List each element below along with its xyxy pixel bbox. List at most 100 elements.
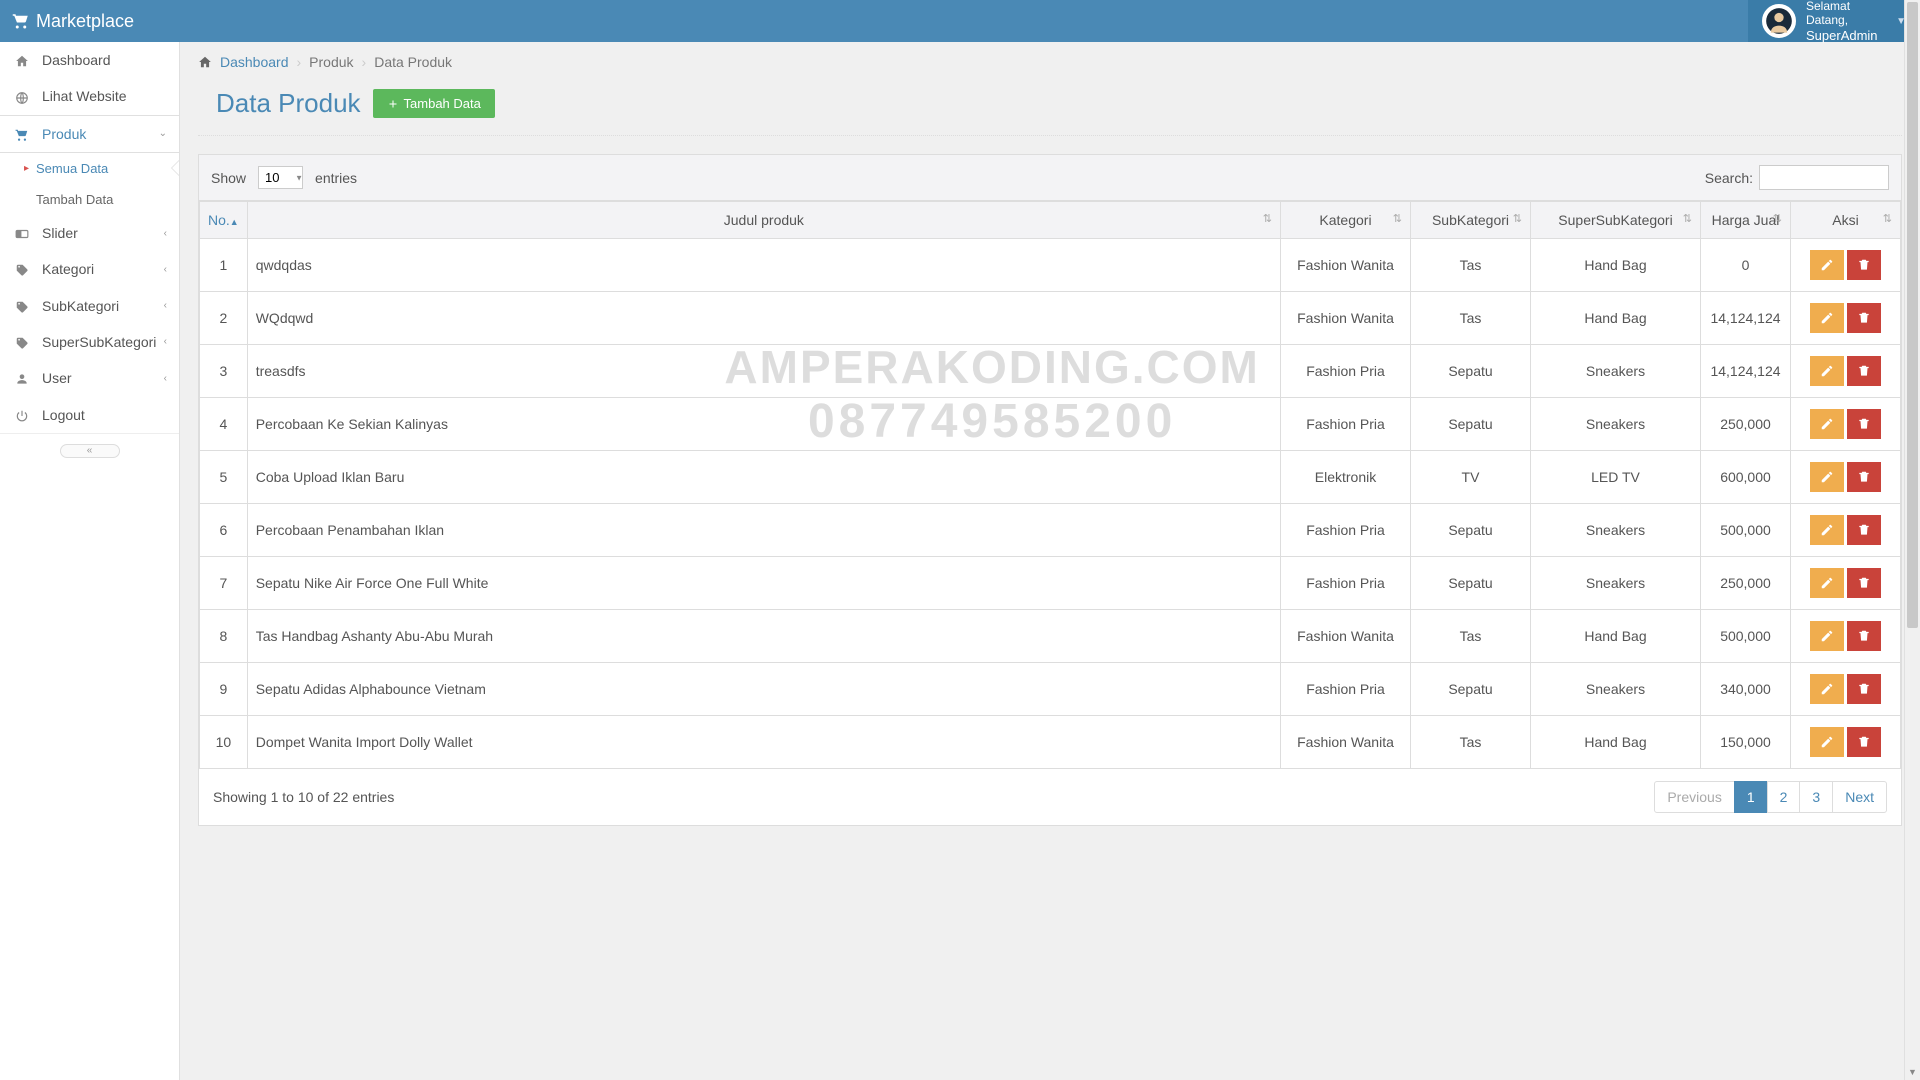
sidebar-item-produk[interactable]: Produk⌄ bbox=[0, 115, 179, 153]
table-row: 6Percobaan Penambahan IklanFashion PriaS… bbox=[200, 504, 1901, 557]
delete-button[interactable] bbox=[1847, 409, 1881, 439]
sidebar-subitem-tambah-data[interactable]: Tambah Data bbox=[0, 184, 179, 215]
collapse-sidebar-button[interactable]: « bbox=[60, 444, 120, 458]
pencil-icon bbox=[1820, 576, 1834, 590]
pagination-page-1[interactable]: 1 bbox=[1734, 781, 1768, 813]
edit-button[interactable] bbox=[1810, 409, 1844, 439]
pencil-icon bbox=[1820, 311, 1834, 325]
breadcrumb-home[interactable]: Dashboard bbox=[220, 54, 289, 70]
sidebar-item-logout[interactable]: Logout bbox=[0, 396, 179, 432]
table-card: Show 10 entries Search: No.Judul produkK… bbox=[198, 154, 1902, 826]
cell-supersubkategori: Hand Bag bbox=[1531, 610, 1701, 663]
chevron-left-icon: ‹ bbox=[164, 228, 167, 239]
col-kategori[interactable]: Kategori bbox=[1281, 202, 1411, 239]
top-header: Marketplace Selamat Datang, SuperAdmin ▼ bbox=[0, 0, 1920, 42]
edit-button[interactable] bbox=[1810, 462, 1844, 492]
cell-aksi bbox=[1791, 716, 1901, 769]
cell-supersubkategori: Sneakers bbox=[1531, 504, 1701, 557]
sidebar-item-lihat-website[interactable]: Lihat Website bbox=[0, 78, 179, 114]
brand[interactable]: Marketplace bbox=[0, 11, 1268, 32]
entries-label: entries bbox=[315, 170, 357, 186]
table-row: 10Dompet Wanita Import Dolly WalletFashi… bbox=[200, 716, 1901, 769]
delete-button[interactable] bbox=[1847, 727, 1881, 757]
table-row: 7Sepatu Nike Air Force One Full WhiteFas… bbox=[200, 557, 1901, 610]
edit-button[interactable] bbox=[1810, 621, 1844, 651]
trash-icon bbox=[1857, 417, 1871, 431]
edit-button[interactable] bbox=[1810, 515, 1844, 545]
delete-button[interactable] bbox=[1847, 356, 1881, 386]
tags-icon bbox=[12, 261, 32, 277]
col-judul-produk[interactable]: Judul produk bbox=[247, 202, 1280, 239]
edit-button[interactable] bbox=[1810, 727, 1844, 757]
sidebar-item-slider[interactable]: Slider‹ bbox=[0, 215, 179, 251]
search-box: Search: bbox=[1705, 165, 1889, 190]
table-row: 4Percobaan Ke Sekian KalinyasFashion Pri… bbox=[200, 398, 1901, 451]
cell-harga: 0 bbox=[1701, 239, 1791, 292]
sidebar-item-supersubkategori[interactable]: SuperSubKategori‹ bbox=[0, 324, 179, 360]
delete-button[interactable] bbox=[1847, 568, 1881, 598]
pencil-icon bbox=[1820, 258, 1834, 272]
pencil-icon bbox=[1820, 364, 1834, 378]
cell-judul: treasdfs bbox=[247, 345, 1280, 398]
col-no-[interactable]: No. bbox=[200, 202, 248, 239]
sidebar-item-user[interactable]: User‹ bbox=[0, 360, 179, 396]
breadcrumb: Dashboard › Produk › Data Produk bbox=[180, 42, 1920, 82]
col-subkategori[interactable]: SubKategori bbox=[1411, 202, 1531, 239]
entries-select[interactable]: 10 bbox=[258, 166, 303, 189]
scrollbar[interactable]: ▲ ▼ bbox=[1904, 0, 1920, 1080]
delete-button[interactable] bbox=[1847, 250, 1881, 280]
tags-icon bbox=[12, 297, 32, 313]
cell-harga: 600,000 bbox=[1701, 451, 1791, 504]
cell-no: 4 bbox=[200, 398, 248, 451]
chevron-left-icon: ‹ bbox=[164, 264, 167, 275]
pagination-page-2[interactable]: 2 bbox=[1767, 781, 1801, 813]
add-data-button[interactable]: Tambah Data bbox=[373, 89, 495, 118]
search-label: Search: bbox=[1705, 170, 1753, 186]
edit-button[interactable] bbox=[1810, 250, 1844, 280]
slider-icon bbox=[12, 225, 32, 241]
pagination-next[interactable]: Next bbox=[1832, 781, 1887, 813]
trash-icon bbox=[1857, 629, 1871, 643]
tags-icon bbox=[12, 334, 32, 350]
cell-harga: 14,124,124 bbox=[1701, 345, 1791, 398]
cell-subkategori: Sepatu bbox=[1411, 345, 1531, 398]
edit-button[interactable] bbox=[1810, 303, 1844, 333]
chevron-left-icon: ‹ bbox=[164, 336, 167, 347]
cell-supersubkategori: LED TV bbox=[1531, 451, 1701, 504]
col-supersubkategori[interactable]: SuperSubKategori bbox=[1531, 202, 1701, 239]
edit-button[interactable] bbox=[1810, 568, 1844, 598]
dashboard-icon bbox=[12, 52, 32, 68]
edit-button[interactable] bbox=[1810, 674, 1844, 704]
user-menu[interactable]: Selamat Datang, SuperAdmin ▼ bbox=[1748, 0, 1920, 42]
delete-button[interactable] bbox=[1847, 621, 1881, 651]
col-harga-jual[interactable]: Harga Jual bbox=[1701, 202, 1791, 239]
cell-kategori: Fashion Pria bbox=[1281, 504, 1411, 557]
pagination-previous[interactable]: Previous bbox=[1654, 781, 1734, 813]
edit-button[interactable] bbox=[1810, 356, 1844, 386]
cell-no: 6 bbox=[200, 504, 248, 557]
col-aksi[interactable]: Aksi bbox=[1791, 202, 1901, 239]
cell-no: 5 bbox=[200, 451, 248, 504]
scroll-thumb[interactable] bbox=[1907, 2, 1918, 628]
delete-button[interactable] bbox=[1847, 515, 1881, 545]
delete-button[interactable] bbox=[1847, 674, 1881, 704]
delete-button[interactable] bbox=[1847, 462, 1881, 492]
pagination: Previous123Next bbox=[1655, 781, 1887, 813]
sidebar-item-kategori[interactable]: Kategori‹ bbox=[0, 251, 179, 287]
scroll-down-icon[interactable]: ▼ bbox=[1905, 1064, 1920, 1080]
sidebar-item-subkategori[interactable]: SubKategori‹ bbox=[0, 287, 179, 323]
show-label: Show bbox=[211, 170, 246, 186]
pencil-icon bbox=[1820, 735, 1834, 749]
table-row: 1qwdqdasFashion WanitaTasHand Bag0 bbox=[200, 239, 1901, 292]
sidebar-item-dashboard[interactable]: Dashboard bbox=[0, 42, 179, 78]
search-input[interactable] bbox=[1759, 165, 1889, 190]
cell-harga: 250,000 bbox=[1701, 557, 1791, 610]
chevron-down-icon: ⌄ bbox=[159, 128, 167, 139]
pagination-page-3[interactable]: 3 bbox=[1799, 781, 1833, 813]
cell-supersubkategori: Sneakers bbox=[1531, 557, 1701, 610]
cell-harga: 340,000 bbox=[1701, 663, 1791, 716]
delete-button[interactable] bbox=[1847, 303, 1881, 333]
data-table: No.Judul produkKategoriSubKategoriSuperS… bbox=[199, 201, 1901, 769]
sidebar-subitem-semua-data[interactable]: Semua Data bbox=[0, 153, 179, 184]
cell-no: 3 bbox=[200, 345, 248, 398]
